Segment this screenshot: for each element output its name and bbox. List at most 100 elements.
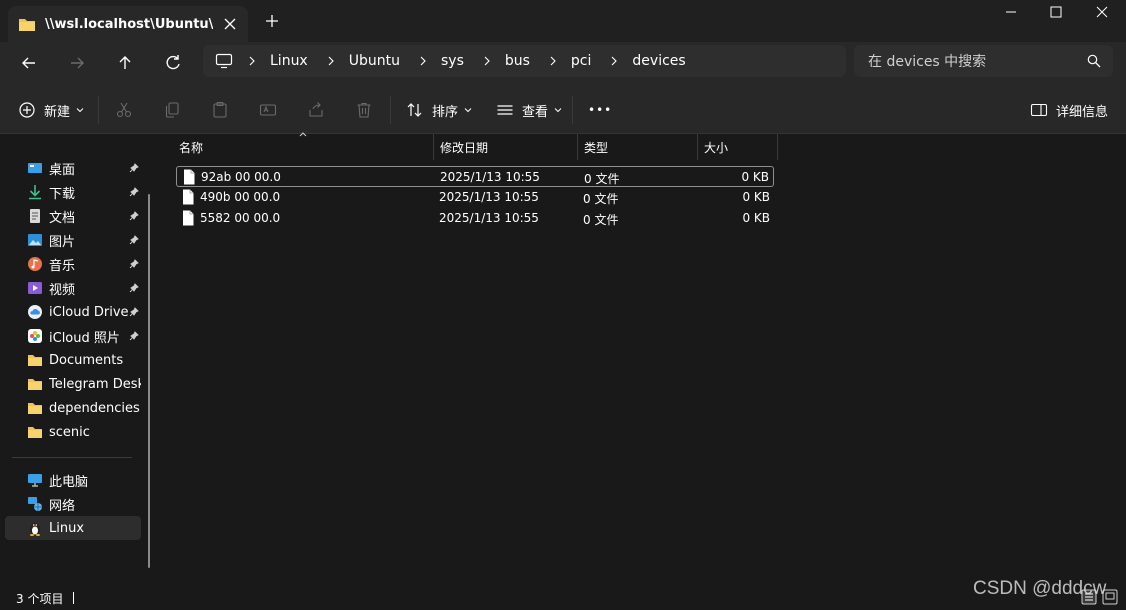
pin-icon (129, 331, 139, 341)
refresh-icon[interactable] (163, 53, 183, 73)
sidebar-item-label: 文档 (49, 210, 76, 226)
sidebar-scrollbar[interactable] (148, 194, 150, 568)
sidebar-item-music[interactable]: 音乐 (5, 252, 141, 276)
up-arrow-icon[interactable] (115, 53, 135, 73)
breadcrumb-bus[interactable]: bus (505, 53, 530, 69)
toolbar-divider (390, 96, 391, 124)
sidebar-divider (12, 457, 132, 458)
sidebar-item-label: 下载 (49, 186, 76, 202)
search-input[interactable]: 在 devices 中搜索 (868, 51, 986, 71)
new-label: 新建 (44, 104, 71, 120)
sidebar-item-downloads[interactable]: 下载 (5, 180, 141, 204)
sidebar-item-documents-folder[interactable]: Documents (5, 348, 141, 372)
maximize-icon[interactable] (1048, 4, 1064, 20)
address-bar[interactable]: Linux Ubuntu sys bus pci devices (203, 45, 846, 77)
search-box[interactable]: 在 devices 中搜索 (854, 45, 1113, 77)
icloud-photos-icon (28, 329, 42, 343)
close-tab-icon[interactable] (222, 16, 238, 32)
sort-button[interactable]: 排序 (406, 100, 472, 120)
watermark-text: CSDN @dddcw (973, 578, 1107, 599)
sidebar-item-linux[interactable]: Linux (5, 516, 141, 540)
pin-icon (129, 211, 139, 221)
share-button[interactable] (307, 100, 325, 120)
details-pane-button[interactable]: 详细信息 (1030, 100, 1108, 120)
breadcrumb-pci[interactable]: pci (571, 53, 591, 69)
delete-button[interactable] (355, 100, 373, 120)
column-header-size[interactable]: 大小 (698, 134, 778, 160)
back-arrow-icon[interactable] (19, 53, 39, 73)
file-icon (183, 210, 194, 226)
chevron-right-icon (550, 56, 556, 66)
new-tab-icon[interactable] (264, 13, 280, 29)
file-row[interactable]: 92ab 00 00.0 2025/1/13 10:55 0 文件 0 KB (176, 166, 774, 187)
search-icon[interactable] (1087, 54, 1101, 68)
icloud-icon (28, 305, 42, 319)
sidebar-item-label: 此电脑 (49, 474, 89, 490)
more-options-button[interactable]: ••• (588, 100, 612, 120)
column-header-type[interactable]: 类型 (578, 134, 698, 160)
folder-icon (19, 19, 35, 31)
paste-button[interactable] (211, 100, 229, 120)
breadcrumb-ubuntu[interactable]: Ubuntu (349, 53, 400, 69)
rename-button[interactable] (259, 100, 277, 120)
close-window-icon[interactable] (1094, 4, 1110, 20)
sidebar-item-label: iCloud 照片 (49, 330, 120, 346)
navigation-pane: 桌面 下载 文档 图片 音乐 视频 iCloud Drive iCloud 照片… (0, 134, 160, 586)
sidebar-item-documents[interactable]: 文档 (5, 204, 141, 228)
sidebar-item-network[interactable]: 网络 (5, 492, 141, 516)
sidebar-item-label: 图片 (49, 234, 76, 250)
sidebar-item-icloud-drive[interactable]: iCloud Drive (5, 300, 141, 324)
view-label: 查看 (522, 104, 549, 120)
sidebar-item-videos[interactable]: 视频 (5, 276, 141, 300)
pictures-icon (28, 234, 42, 246)
view-list-icon (497, 105, 513, 115)
folder-icon (28, 427, 42, 438)
breadcrumb-linux[interactable]: Linux (270, 53, 308, 69)
copy-icon (165, 102, 179, 118)
sidebar-item-scenic[interactable]: scenic (5, 420, 141, 444)
network-icon (28, 497, 42, 511)
sidebar-item-desktop[interactable]: 桌面 (5, 156, 141, 180)
sidebar-item-label: Telegram Deskt (49, 376, 141, 392)
column-header-label: 类型 (584, 140, 609, 155)
sidebar-item-label: Linux (49, 520, 85, 536)
file-modified: 2025/1/13 10:55 (440, 170, 540, 184)
clipboard-icon (213, 101, 227, 118)
column-header-modified[interactable]: 修改日期 (434, 134, 578, 160)
column-header-name[interactable]: 名称 (173, 134, 434, 160)
more-label: ••• (588, 103, 613, 117)
sidebar-item-dependencies[interactable]: dependencies (5, 396, 141, 420)
active-tab[interactable]: \\wsl.localhost\Ubuntu\sys\bu (8, 6, 248, 42)
toolbar-divider (98, 96, 99, 124)
toolbar-divider (572, 96, 573, 124)
pin-icon (129, 283, 139, 293)
breadcrumb-sys[interactable]: sys (441, 53, 464, 69)
folder-icon (28, 403, 42, 414)
details-pane-icon (1030, 103, 1048, 117)
sidebar-item-label: Documents (49, 352, 124, 368)
sidebar-item-label: iCloud Drive (49, 304, 129, 320)
new-button[interactable]: 新建 (18, 100, 84, 120)
file-row[interactable]: 490b 00 00.0 2025/1/13 10:55 0 文件 0 KB (176, 187, 774, 208)
tab-title: \\wsl.localhost\Ubuntu\sys\bu (45, 16, 213, 32)
file-row[interactable]: 5582 00 00.0 2025/1/13 10:55 0 文件 0 KB (176, 208, 774, 229)
minimize-icon[interactable] (1003, 4, 1019, 20)
sidebar-item-label: 视频 (49, 282, 76, 298)
pin-icon (129, 259, 139, 269)
sidebar-item-pictures[interactable]: 图片 (5, 228, 141, 252)
folder-icon (28, 355, 42, 366)
file-type: 0 文件 (584, 172, 620, 186)
cut-button[interactable] (115, 100, 133, 120)
sidebar-item-telegram[interactable]: Telegram Deskt (5, 372, 141, 396)
breadcrumb-devices[interactable]: devices (632, 53, 685, 69)
copy-button[interactable] (163, 100, 181, 120)
chevron-right-icon (484, 56, 490, 66)
sidebar-item-icloud-photos[interactable]: iCloud 照片 (5, 324, 141, 348)
sidebar-item-this-pc[interactable]: 此电脑 (5, 468, 141, 492)
chevron-right-icon (612, 56, 618, 66)
linux-icon (30, 523, 40, 536)
view-button[interactable]: 查看 (496, 100, 562, 120)
forward-arrow-icon[interactable] (67, 53, 87, 73)
rename-icon (259, 104, 277, 116)
navigation-bar: Linux Ubuntu sys bus pci devices 在 devic… (0, 42, 1126, 86)
